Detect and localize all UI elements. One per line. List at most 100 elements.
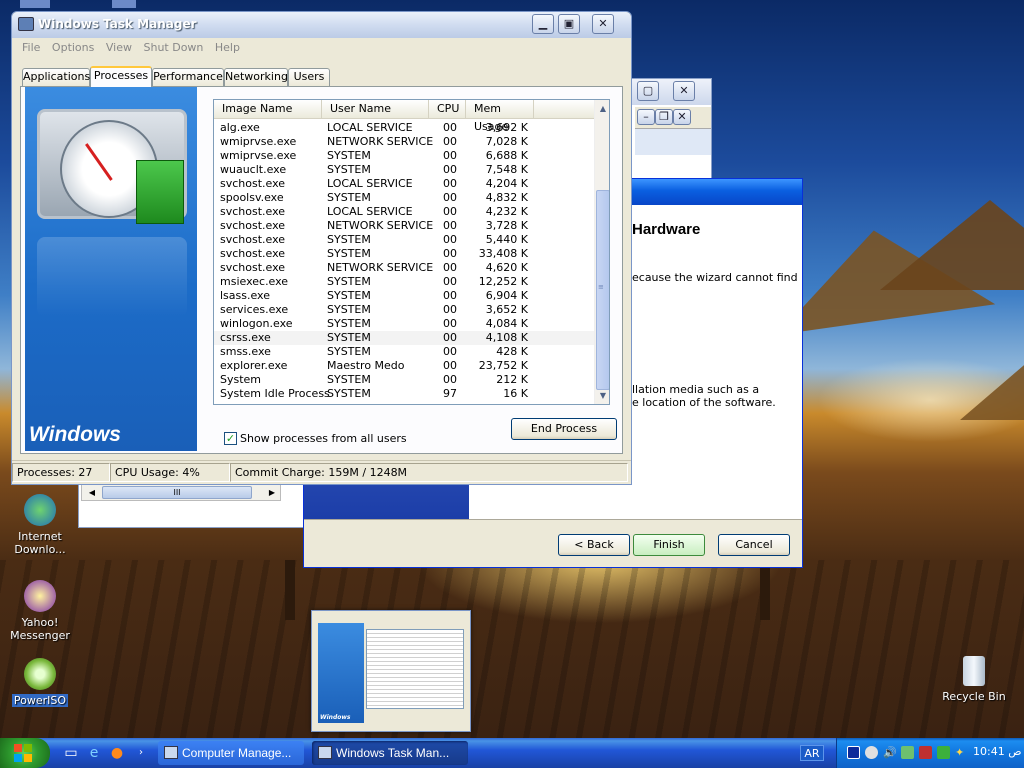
menu-file[interactable]: File [18, 38, 44, 54]
table-row[interactable]: csrss.exe SYSTEM 00 4,108 K [214, 331, 594, 345]
table-row[interactable]: svchost.exe NETWORK SERVICE 00 3,728 K [214, 219, 594, 233]
scroll-right-icon[interactable]: ▶ [264, 485, 280, 500]
process-cpu: 00 [443, 163, 457, 176]
menu-view[interactable]: View [102, 38, 136, 54]
tray-app-icon[interactable] [847, 746, 860, 759]
mdi-restore-button[interactable]: ❐ [655, 109, 673, 125]
taskbar-button-task-manager[interactable]: Windows Task Man... [312, 741, 468, 765]
scroll-up-icon[interactable]: ▲ [596, 101, 609, 116]
desktop-icon-yahoo-messenger[interactable]: Yahoo! Messenger [0, 580, 80, 642]
computer-management-icon [164, 746, 178, 759]
volume-icon[interactable]: 🔊 [883, 746, 897, 759]
language-indicator[interactable]: AR [800, 745, 824, 761]
process-image-name: spoolsv.exe [220, 191, 284, 204]
table-row[interactable]: explorer.exe Maestro Medo 00 23,752 K [214, 359, 594, 373]
process-list[interactable]: Image Name User Name CPU Mem Usage alg.e… [213, 99, 610, 405]
mdi-child-controls: – ❐ ✕ [635, 107, 711, 129]
tray-wand-icon[interactable]: ✦ [955, 746, 968, 759]
taskbar-button-label: Computer Manage... [182, 746, 292, 760]
tab-users[interactable]: Users [288, 68, 330, 86]
minimize-icon: – [643, 110, 649, 123]
minimize-button[interactable]: ▁ [532, 14, 554, 34]
task-manager-thumbnail-preview[interactable]: Windows [311, 610, 471, 732]
menu-shut-down[interactable]: Shut Down [139, 38, 207, 54]
back-button[interactable]: < Back [558, 534, 630, 556]
process-cpu: 00 [443, 191, 457, 204]
cancel-button[interactable]: Cancel [718, 534, 790, 556]
close-button[interactable]: ✕ [592, 14, 614, 34]
table-row[interactable]: wmiprvse.exe SYSTEM 00 6,688 K [214, 149, 594, 163]
table-row[interactable]: svchost.exe NETWORK SERVICE 00 4,620 K [214, 261, 594, 275]
internet-explorer-icon[interactable]: e [85, 744, 103, 762]
menu-help[interactable]: Help [211, 38, 244, 54]
mdi-close-button[interactable]: ✕ [673, 109, 691, 125]
desktop-icon-label: Yahoo! Messenger [10, 616, 70, 642]
show-all-users-label[interactable]: Show processes from all users [240, 432, 407, 445]
taskbar-button-computer-management[interactable]: Computer Manage... [158, 741, 304, 765]
process-image-name: svchost.exe [220, 177, 286, 190]
table-row[interactable]: svchost.exe SYSTEM 00 5,440 K [214, 233, 594, 247]
window-titlebar[interactable]: Windows Task Manager ▁ ▣ ✕ [12, 12, 631, 38]
vertical-scrollbar[interactable]: ▲ ≡ ▼ [594, 100, 609, 404]
process-mem-usage: 7,548 K [485, 163, 528, 176]
tray-sync-icon[interactable] [937, 746, 950, 759]
process-image-name: winlogon.exe [220, 317, 293, 330]
desktop-icon-poweriso[interactable]: PowerISO [0, 658, 80, 707]
process-image-name: wuauclt.exe [220, 163, 287, 176]
restore-button[interactable]: ▢ [637, 81, 659, 101]
process-user-name: LOCAL SERVICE [327, 121, 413, 134]
horizontal-scrollbar[interactable]: ◀ III ▶ [81, 484, 281, 501]
table-row[interactable]: smss.exe SYSTEM 00 428 K [214, 345, 594, 359]
table-row[interactable]: wmiprvse.exe NETWORK SERVICE 00 7,028 K [214, 135, 594, 149]
column-header-user-name[interactable]: User Name [322, 100, 429, 118]
process-cpu: 00 [443, 373, 457, 386]
table-row[interactable]: services.exe SYSTEM 00 3,652 K [214, 303, 594, 317]
process-mem-usage: 4,084 K [485, 317, 528, 330]
process-user-name: SYSTEM [327, 331, 371, 344]
tab-processes[interactable]: Processes [90, 66, 152, 87]
maximize-button[interactable]: ▣ [558, 14, 580, 34]
table-row[interactable]: spoolsv.exe SYSTEM 00 4,832 K [214, 191, 594, 205]
close-button[interactable]: ✕ [673, 81, 695, 101]
show-all-users-checkbox[interactable]: ✓ [224, 432, 237, 445]
start-button[interactable] [0, 738, 50, 768]
desktop-icon-idm[interactable]: Internet Downlo... [0, 494, 80, 556]
show-desktop-icon[interactable]: ▭ [62, 744, 80, 762]
table-row[interactable]: System Idle Process SYSTEM 97 16 K [214, 387, 594, 401]
table-row[interactable]: msiexec.exe SYSTEM 00 12,252 K [214, 275, 594, 289]
table-row[interactable]: wuauclt.exe SYSTEM 00 7,548 K [214, 163, 594, 177]
table-row[interactable]: svchost.exe SYSTEM 00 33,408 K [214, 247, 594, 261]
column-header-cpu[interactable]: CPU [429, 100, 466, 118]
scroll-thumb[interactable]: III [102, 486, 252, 499]
tab-networking[interactable]: Networking [224, 68, 288, 86]
menu-options[interactable]: Options [48, 38, 98, 54]
column-header-image-name[interactable]: Image Name [214, 100, 322, 118]
scroll-down-icon[interactable]: ▼ [596, 388, 609, 403]
mdi-toolbar-strip [635, 129, 711, 155]
end-process-button[interactable]: End Process [511, 418, 617, 440]
tray-minus-icon[interactable] [865, 746, 878, 759]
column-header-mem-usage[interactable]: Mem Usage [466, 100, 534, 133]
tray-security-icon[interactable] [919, 746, 932, 759]
tray-network-icon[interactable] [901, 746, 914, 759]
quick-launch-chevron-icon[interactable]: › [132, 744, 150, 762]
windows-brand-text: Windows [29, 423, 121, 446]
table-row[interactable]: lsass.exe SYSTEM 00 6,904 K [214, 289, 594, 303]
table-row[interactable]: svchost.exe LOCAL SERVICE 00 4,204 K [214, 177, 594, 191]
wizard-heading: Hardware [632, 221, 701, 238]
table-row[interactable]: alg.exe LOCAL SERVICE 00 3,692 K [214, 121, 594, 135]
task-manager-window[interactable]: Windows Task Manager ▁ ▣ ✕ File Options … [11, 11, 632, 485]
clock[interactable]: 10:41 ص [973, 745, 1022, 758]
desktop-icon-recycle-bin[interactable]: Recycle Bin [934, 656, 1014, 703]
mdi-minimize-button[interactable]: – [637, 109, 655, 125]
table-row[interactable]: winlogon.exe SYSTEM 00 4,084 K [214, 317, 594, 331]
tab-performance[interactable]: Performance [152, 68, 224, 86]
scroll-grip-icon: ≡ [598, 283, 604, 291]
firefox-icon[interactable]: ● [108, 744, 126, 762]
tab-applications[interactable]: Applications [22, 68, 90, 86]
table-row[interactable]: System SYSTEM 00 212 K [214, 373, 594, 387]
finish-button[interactable]: Finish [633, 534, 705, 556]
table-row[interactable]: svchost.exe LOCAL SERVICE 00 4,232 K [214, 205, 594, 219]
scroll-left-icon[interactable]: ◀ [84, 485, 100, 500]
process-image-name: lsass.exe [220, 289, 270, 302]
